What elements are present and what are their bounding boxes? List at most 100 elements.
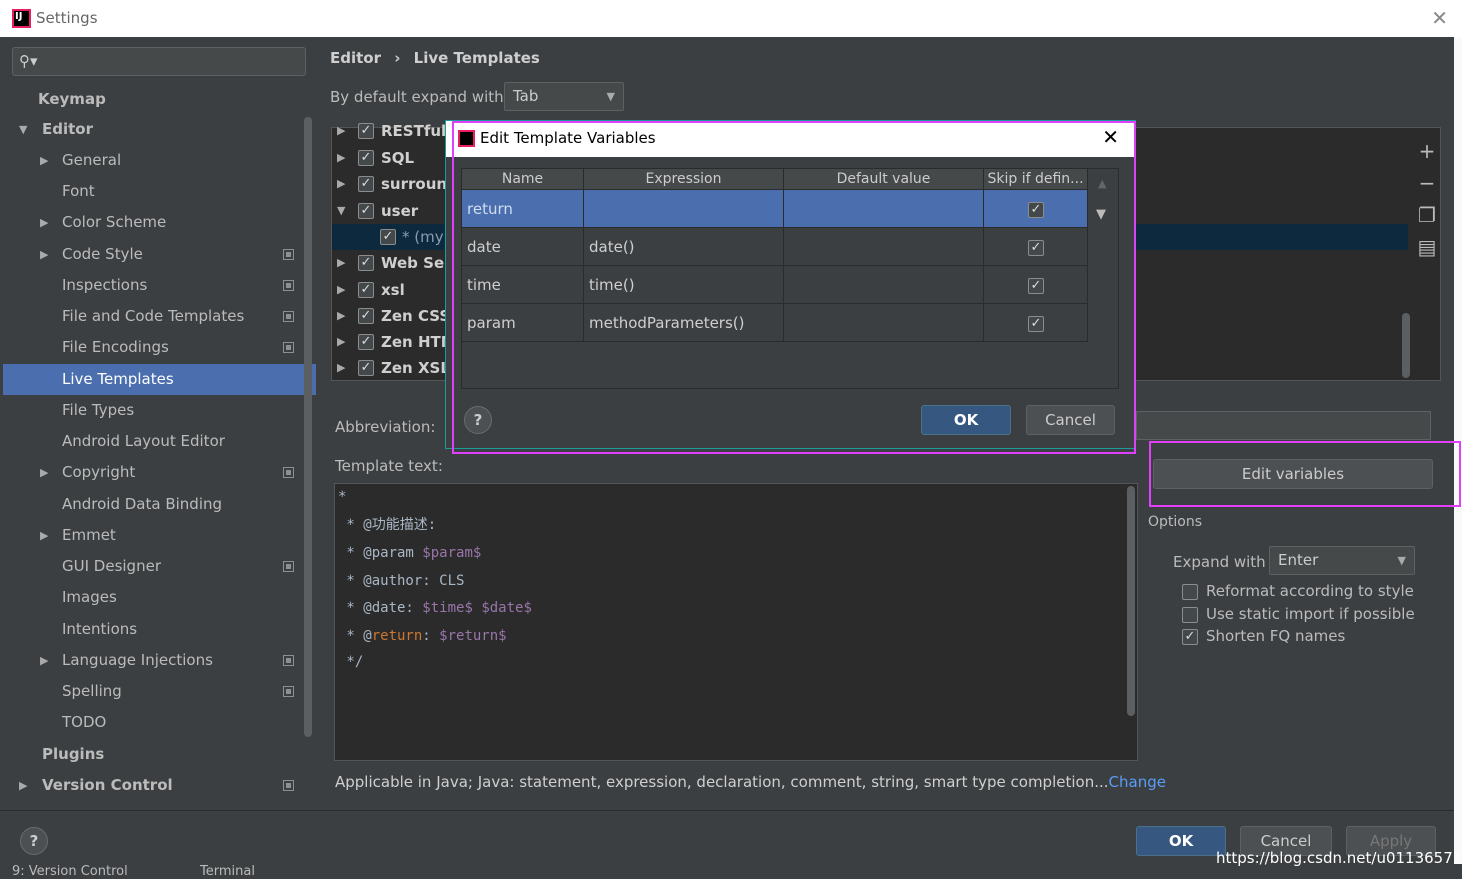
sidebar-item-plugins[interactable]: Plugins (3, 739, 316, 770)
shorten-fq-checkbox[interactable]: ✓ (1182, 628, 1198, 645)
sidebar-item-file-types[interactable]: File Types (3, 395, 316, 426)
sidebar-item-color-scheme[interactable]: ▶ Color Scheme (3, 207, 316, 238)
sidebar-item-label: Images (62, 588, 117, 606)
chevron-right-icon[interactable]: ▶ (337, 118, 345, 144)
highlight-annotation-box (452, 121, 1136, 454)
sidebar-item-font[interactable]: Font (3, 176, 316, 207)
expand-with-dropdown[interactable]: Enter ▼ (1269, 546, 1415, 575)
template-group-checkbox[interactable]: ✓ (358, 360, 374, 376)
chevron-right-icon[interactable]: ▶ (337, 329, 345, 355)
sidebar-item-label: General (62, 151, 122, 169)
chevron-right-icon[interactable]: ▶ (40, 145, 48, 176)
sidebar-item-language-injections[interactable]: ▶ Language Injections (3, 645, 316, 676)
chevron-down-icon: ▼ (606, 90, 615, 103)
sidebar-item-copyright[interactable]: ▶ Copyright (3, 457, 316, 488)
reformat-option[interactable]: Reformat according to style (1182, 580, 1414, 602)
breadcrumb-parent[interactable]: Editor (330, 49, 381, 67)
project-settings-icon (283, 249, 294, 260)
sidebar-item-intentions[interactable]: Intentions (3, 614, 316, 645)
sidebar-item-file-code-templates[interactable]: File and Code Templates (3, 301, 316, 332)
template-group-name: user (381, 202, 419, 220)
sidebar-item-android-layout-editor[interactable]: Android Layout Editor (3, 426, 316, 457)
template-group-checkbox[interactable]: ✓ (358, 176, 374, 192)
description-input[interactable] (1136, 411, 1431, 440)
sidebar-item-keymap[interactable]: Keymap (3, 84, 316, 115)
template-group-checkbox[interactable]: ✓ (358, 123, 374, 139)
chevron-right-icon[interactable]: ▶ (337, 171, 345, 197)
chevron-right-icon[interactable]: ▶ (337, 303, 345, 329)
templates-scrollbar[interactable] (1402, 313, 1410, 378)
sidebar-item-label: Editor (42, 120, 93, 138)
static-import-checkbox[interactable] (1182, 606, 1198, 623)
ok-button[interactable]: OK (1136, 826, 1226, 856)
template-group-checkbox[interactable]: ✓ (358, 203, 374, 219)
sidebar-item-emmet[interactable]: ▶ Emmet (3, 520, 316, 551)
chevron-right-icon[interactable]: ▶ (19, 770, 27, 801)
static-import-option[interactable]: Use static import if possible (1182, 603, 1415, 625)
sidebar-item-label: Plugins (42, 745, 105, 763)
restore-defaults-icon[interactable]: ▤ (1416, 235, 1438, 267)
code-line: * @date: $time$ $date$ (338, 595, 531, 621)
sidebar-item-gui-designer[interactable]: GUI Designer (3, 551, 316, 582)
project-settings-icon (283, 342, 294, 353)
default-expand-dropdown[interactable]: Tab ▼ (504, 82, 624, 111)
copy-icon[interactable]: ❐ (1416, 203, 1438, 235)
sidebar-item-spelling[interactable]: Spelling (3, 676, 316, 707)
template-item-checkbox[interactable]: ✓ (380, 229, 396, 245)
help-button[interactable]: ? (20, 827, 48, 855)
chevron-down-icon[interactable]: ▼ (337, 198, 345, 224)
chevron-right-icon[interactable]: ▶ (40, 457, 48, 488)
code-variable: $param$ (422, 545, 482, 561)
expand-with-label: Expand with (1173, 553, 1266, 571)
editor-scrollbar[interactable] (1127, 486, 1135, 716)
template-group-checkbox[interactable]: ✓ (358, 282, 374, 298)
window-close-icon[interactable]: ✕ (1431, 6, 1448, 30)
chevron-right-icon[interactable]: ▶ (337, 250, 345, 276)
sidebar-item-android-data-binding[interactable]: Android Data Binding (3, 489, 316, 520)
chevron-right-icon[interactable]: ▶ (40, 645, 48, 676)
sidebar-item-live-templates[interactable]: Live Templates (3, 364, 316, 395)
chevron-right-icon[interactable]: ▶ (40, 207, 48, 238)
remove-icon[interactable]: − (1416, 171, 1438, 203)
default-expand-label: By default expand with (330, 88, 504, 106)
chevron-down-icon[interactable]: ▼ (19, 114, 27, 145)
sidebar-item-label: Language Injections (62, 651, 213, 669)
version-control-tab[interactable]: 9: Version Control (12, 864, 128, 879)
default-expand-value: Tab (513, 87, 539, 105)
shorten-fq-option[interactable]: ✓ Shorten FQ names (1182, 625, 1345, 647)
change-contexts-link[interactable]: Change (1109, 773, 1166, 791)
sidebar-item-code-style[interactable]: ▶ Code Style (3, 239, 316, 270)
sidebar-item-editor[interactable]: ▼ Editor (3, 114, 316, 145)
template-group-checkbox[interactable]: ✓ (358, 255, 374, 271)
shorten-fq-label: Shorten FQ names (1206, 627, 1346, 645)
sidebar-item-label: File Types (62, 401, 135, 419)
code-line: * (338, 489, 347, 505)
terminal-tab[interactable]: Terminal (200, 864, 255, 879)
chevron-right-icon[interactable]: ▶ (40, 520, 48, 551)
window-title: Settings (36, 9, 98, 27)
template-group-name: Web Ser (381, 254, 452, 272)
sidebar-item-label: Version Control (42, 776, 173, 794)
settings-search-input[interactable]: ⚲▾ (12, 47, 306, 76)
chevron-right-icon[interactable]: ▶ (40, 239, 48, 270)
template-group-checkbox[interactable]: ✓ (358, 308, 374, 324)
sidebar-item-general[interactable]: ▶ General (3, 145, 316, 176)
chevron-right-icon[interactable]: ▶ (337, 277, 345, 303)
chevron-right-icon[interactable]: ▶ (337, 355, 345, 381)
sidebar-item-inspections[interactable]: Inspections (3, 270, 316, 301)
sidebar-item-label: Color Scheme (62, 213, 167, 231)
sidebar-item-file-encodings[interactable]: File Encodings (3, 332, 316, 363)
sidebar-item-todo[interactable]: TODO (3, 707, 316, 738)
project-settings-icon (283, 686, 294, 697)
chevron-right-icon[interactable]: ▶ (337, 145, 345, 171)
code-line: * @param $param$ (338, 540, 481, 566)
sidebar-item-images[interactable]: Images (3, 582, 316, 613)
template-group-checkbox[interactable]: ✓ (358, 150, 374, 166)
add-icon[interactable]: + (1416, 139, 1438, 171)
template-text-editor[interactable]: * * @功能描述: * @param $param$ * @author: C… (334, 483, 1138, 761)
reformat-checkbox[interactable] (1182, 583, 1198, 600)
sidebar-scrollbar[interactable] (304, 117, 312, 737)
template-group-checkbox[interactable]: ✓ (358, 334, 374, 350)
project-settings-icon (283, 280, 294, 291)
sidebar-item-version-control[interactable]: ▶ Version Control (3, 770, 316, 801)
